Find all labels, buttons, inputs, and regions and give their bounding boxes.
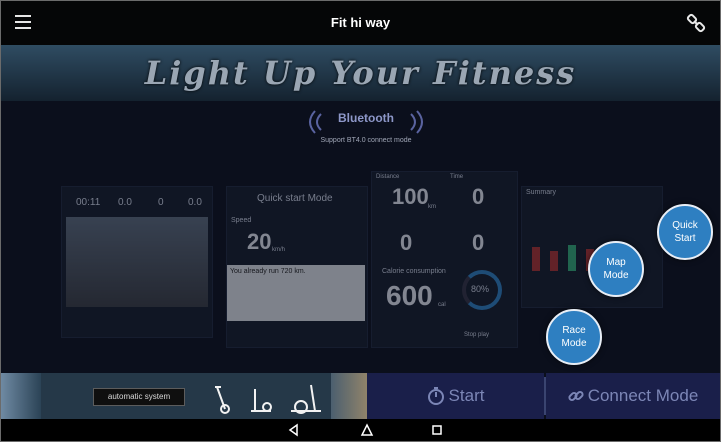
exercise-bike-icon — [215, 384, 321, 414]
preview-summary-title: Summary — [526, 189, 556, 196]
summary-bar — [532, 247, 540, 271]
banner: Light Up Your Fitness — [1, 45, 720, 101]
preview-distance-value: 100 — [392, 184, 429, 209]
preview-timer: 00:11 — [76, 197, 101, 208]
quick-start-button[interactable]: Quick Start — [657, 204, 713, 260]
automatic-system-label: automatic system — [93, 388, 185, 406]
link-icon[interactable] — [686, 13, 706, 33]
bottom-bar: automatic system Start Connect Mode — [1, 373, 720, 419]
preview-value-1: 0.0 — [118, 197, 132, 208]
preview-summary-panel: Summary — [521, 186, 663, 308]
preview-quick-mode-panel: Quick start Mode Speed 20 km/h You alrea… — [226, 186, 368, 348]
app-title: Fit hi way — [330, 15, 391, 30]
preview-distance-label: Distance — [376, 174, 400, 180]
preview-calorie-label: Calorie consumption — [382, 268, 446, 275]
preview-street-image — [66, 217, 208, 307]
automatic-system-panel: automatic system — [1, 373, 367, 419]
map-mode-button[interactable]: Map Mode — [588, 241, 644, 297]
preview-percent: 80% — [471, 284, 490, 294]
preview-rpm-value: 0 — [472, 230, 485, 255]
preview-calorie-unit: cal — [438, 302, 446, 308]
bluetooth-badge: Bluetooth — [301, 107, 431, 137]
preview-speed-value: 20 — [247, 229, 272, 254]
back-icon[interactable] — [286, 422, 302, 438]
timer-icon — [427, 387, 444, 405]
preview-value-3: 0.0 — [188, 197, 202, 208]
link-icon — [568, 390, 584, 402]
preview-heart-value: 0 — [400, 230, 413, 255]
preview-time-label: Time — [450, 174, 464, 180]
preview-time-value: 0 — [472, 184, 485, 209]
fitness-image — [331, 373, 367, 419]
preview-message: You already run 720 km. — [230, 268, 306, 275]
android-nav-bar — [1, 419, 720, 441]
bluetooth-label: Bluetooth — [338, 111, 394, 125]
tagline: Light Up Your Fitness — [144, 54, 577, 92]
preview-mode-title: Quick start Mode — [257, 193, 333, 204]
home-icon[interactable] — [359, 422, 375, 438]
fitness-image — [1, 373, 41, 419]
preview-message-box: You already run 720 km. — [227, 265, 365, 321]
preview-speed-unit: km/h — [272, 247, 286, 253]
connect-mode-button[interactable]: Connect Mode — [546, 373, 720, 419]
preview-speed-label: Speed — [231, 217, 252, 224]
start-button[interactable]: Start — [367, 373, 544, 419]
recents-icon[interactable] — [429, 422, 445, 438]
preview-distance-unit: km — [428, 204, 436, 210]
summary-bar — [550, 251, 558, 271]
preview-value-2: 0 — [158, 197, 164, 208]
preview-video-panel: 00:11 0.0 0 0.0 — [61, 186, 213, 338]
summary-bar — [568, 245, 576, 271]
app-frame: Fit hi way Light Up Your Fitness Bluetoo… — [0, 0, 721, 442]
preview-stats-panel: Distance 100 km Time 0 0 0 Calorie consu… — [371, 171, 518, 348]
top-bar: Fit hi way — [1, 1, 720, 45]
bluetooth-subtitle: Support BT4.0 connect mode — [320, 137, 412, 144]
race-mode-button[interactable]: Race Mode — [546, 309, 602, 365]
preview-stop-label: Stop play — [464, 332, 490, 338]
preview-calorie-value: 600 — [386, 280, 433, 311]
